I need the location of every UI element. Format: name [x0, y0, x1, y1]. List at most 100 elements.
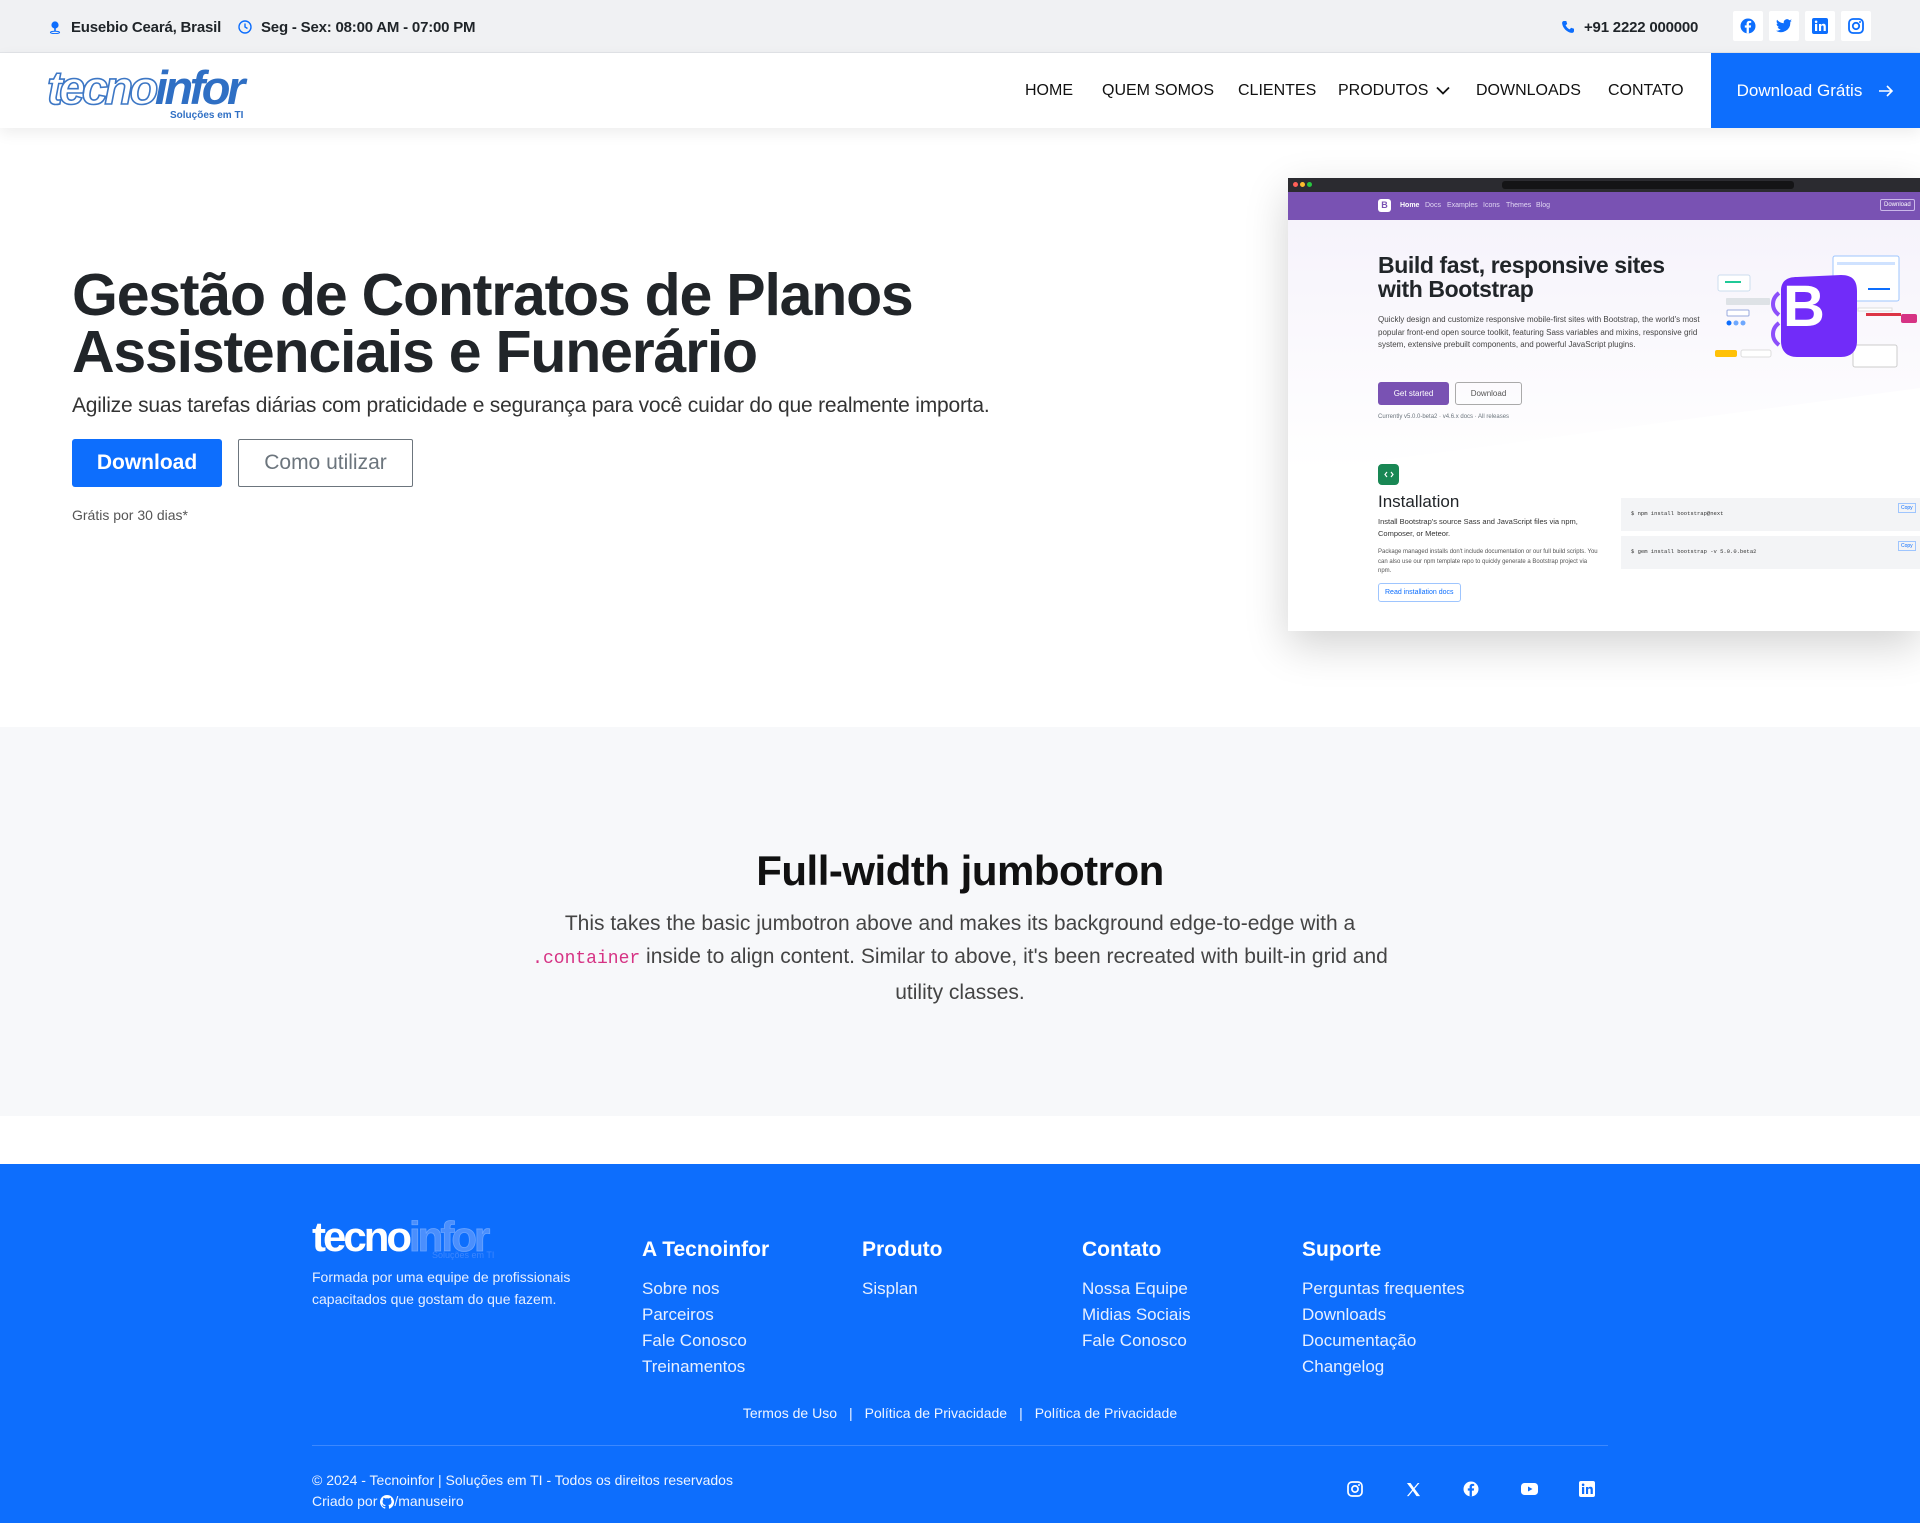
credit-line: Criado por /manuseiro — [312, 1491, 733, 1512]
footer-col-suporte: Suporte Perguntas frequentes Downloads D… — [1302, 1238, 1465, 1380]
credit-handle[interactable]: /manuseiro — [394, 1491, 463, 1512]
linkedin-icon — [1579, 1481, 1595, 1497]
footer-col-tecnoinfor: A Tecnoinfor Sobre nos Parceiros Fale Co… — [642, 1238, 769, 1380]
nav-clientes[interactable]: CLIENTES — [1238, 53, 1316, 128]
shot-headline: Build fast, responsive sites with Bootst… — [1378, 252, 1665, 302]
footer-x-link[interactable] — [1403, 1479, 1423, 1499]
como-utilizar-button[interactable]: Como utilizar — [238, 439, 413, 487]
footer-youtube-link[interactable] — [1519, 1479, 1539, 1499]
phone-info[interactable]: +91 2222 000000 — [1561, 17, 1698, 37]
shot-nav-home: Home — [1400, 202, 1420, 209]
hours-info: Seg - Sex: 08:00 AM - 07:00 PM — [238, 17, 476, 37]
footer-link-sisplan[interactable]: Sisplan — [862, 1276, 942, 1302]
legal-separator: | — [1019, 1405, 1023, 1421]
topbar-twitter-link[interactable] — [1769, 11, 1799, 41]
shot-cmd-2: $ gem install bootstrap -v 5.0.0.beta2 — [1631, 548, 1757, 555]
footer-facebook-link[interactable] — [1461, 1479, 1481, 1499]
youtube-icon — [1520, 1483, 1538, 1495]
hero-title: Gestão de Contratos de Planos Assistenci… — [72, 262, 914, 385]
browser-chrome — [1288, 178, 1920, 192]
github-icon — [380, 1494, 395, 1509]
footer-link-documentacao[interactable]: Documentação — [1302, 1328, 1465, 1354]
footer-col-title: Suporte — [1302, 1238, 1382, 1261]
linkedin-icon — [1812, 18, 1828, 34]
product-screenshot: B Home Docs Examples Icons Themes Blog D… — [1288, 178, 1920, 631]
shot-install-title: Installation — [1378, 492, 1460, 511]
trial-note: Grátis por 30 dias* — [72, 507, 188, 523]
shot-cmd-1: $ npm install bootstrap@next — [1631, 510, 1724, 517]
privacidade-link[interactable]: Política de Privacidade — [865, 1405, 1007, 1421]
logo-tagline: Soluções em TI — [170, 110, 244, 121]
credit-prefix: Criado por — [312, 1493, 378, 1509]
nav-contato[interactable]: CONTATO — [1608, 53, 1684, 128]
bootstrap-navbar: B Home Docs Examples Icons Themes Blog D… — [1288, 192, 1920, 220]
shot-code-block-2: $ gem install bootstrap -v 5.0.0.beta2 C… — [1621, 536, 1920, 569]
code-icon — [1378, 464, 1399, 485]
instagram-icon — [1347, 1481, 1363, 1497]
footer-col-contato: Contato Nossa Equipe Midias Sociais Fale… — [1082, 1238, 1191, 1354]
logo-wordmark: tecnoinfor — [46, 61, 245, 114]
x-icon — [1406, 1482, 1421, 1497]
footer-divider — [312, 1445, 1608, 1446]
topbar-instagram-link[interactable] — [1841, 11, 1871, 41]
footer-link-fale-conosco-2[interactable]: Fale Conosco — [1082, 1328, 1191, 1354]
hero-lead: Agilize suas tarefas diárias com pratici… — [72, 394, 990, 417]
phone-icon — [1561, 20, 1575, 34]
map-pin-icon — [48, 20, 62, 34]
topbar-facebook-link[interactable] — [1733, 11, 1763, 41]
shot-code-block-1: $ npm install bootstrap@next Copy — [1621, 498, 1920, 531]
footer-link-nossa-equipe[interactable]: Nossa Equipe — [1082, 1276, 1191, 1302]
shot-read-docs: Read installation docs — [1378, 583, 1461, 602]
location-info: Eusebio Ceará, Brasil — [48, 17, 221, 37]
footer-link-midias-sociais[interactable]: Midias Sociais — [1082, 1302, 1191, 1328]
hours-text: Seg - Sex: 08:00 AM - 07:00 PM — [261, 18, 476, 36]
shot-install-note: Package managed installs don't include d… — [1378, 549, 1598, 574]
shot-nav-icons: Icons — [1483, 202, 1500, 209]
footer-linkedin-link[interactable] — [1577, 1479, 1597, 1499]
nav-downloads[interactable]: DOWNLOADS — [1476, 53, 1581, 128]
twitter-icon — [1776, 19, 1792, 33]
nav-home[interactable]: HOME — [1025, 53, 1073, 128]
facebook-icon — [1463, 1481, 1479, 1497]
footer-copyright: © 2024 - Tecnoinfor | Soluções em TI - T… — [312, 1470, 733, 1512]
footer-instagram-link[interactable] — [1345, 1479, 1365, 1499]
termos-de-uso-link[interactable]: Termos de Uso — [743, 1405, 837, 1421]
legal-separator: | — [849, 1405, 853, 1421]
logo[interactable]: tecnoinfor Soluções em TI — [46, 61, 247, 121]
footer-link-treinamentos[interactable]: Treinamentos — [642, 1354, 769, 1380]
footer-link-changelog[interactable]: Changelog — [1302, 1354, 1465, 1380]
shot-install-text: Install Bootstrap's source Sass and Java… — [1378, 517, 1578, 538]
footer-description: Formada por uma equipe de profissionais … — [312, 1269, 571, 1307]
jumbotron-text-before: This takes the basic jumbotron above and… — [564, 912, 1356, 935]
footer-link-perguntas[interactable]: Perguntas frequentes — [1302, 1276, 1465, 1302]
jumbotron-text-after: inside to align content. Similar to abov… — [646, 945, 1388, 1004]
chevron-down-icon — [1436, 86, 1451, 95]
bootstrap-logo-icon: B — [1378, 199, 1391, 212]
nav-quem-somos[interactable]: QUEM SOMOS — [1102, 53, 1214, 128]
shot-version: Currently v5.0.0-beta2 · v4.6.x docs · A… — [1378, 414, 1510, 420]
hero-download-button[interactable]: Download — [72, 439, 222, 487]
privacidade-link-2[interactable]: Política de Privacidade — [1035, 1405, 1177, 1421]
shot-download: Download — [1455, 382, 1522, 405]
copyright-text: © 2024 - Tecnoinfor | Soluções em TI - T… — [312, 1472, 733, 1488]
shot-body: Quickly design and customize responsive … — [1378, 315, 1700, 349]
nav-produtos[interactable]: PRODUTOS — [1338, 53, 1451, 128]
arrow-right-icon — [1878, 84, 1894, 97]
shot-nav-blog: Blog — [1536, 202, 1551, 209]
footer-col-produto: Produto Sisplan — [862, 1238, 942, 1302]
footer-col-title: Contato — [1082, 1238, 1162, 1261]
footer: tecnoinfor Soluções em TI Formada por um… — [0, 1164, 1920, 1523]
topbar-linkedin-link[interactable] — [1805, 11, 1835, 41]
footer-link-downloads[interactable]: Downloads — [1302, 1302, 1465, 1328]
instagram-icon — [1848, 18, 1864, 34]
facebook-icon — [1740, 18, 1756, 34]
shot-nav-docs: Docs — [1425, 202, 1441, 209]
download-gratis-button[interactable]: Download Grátis — [1711, 53, 1920, 128]
clock-icon — [238, 20, 252, 34]
download-gratis-label: Download Grátis — [1736, 80, 1863, 100]
jumbotron-text: This takes the basic jumbotron above and… — [520, 907, 1400, 1009]
footer-link-fale-conosco[interactable]: Fale Conosco — [642, 1328, 769, 1354]
shot-get-started: Get started — [1378, 382, 1449, 405]
footer-link-sobre-nos[interactable]: Sobre nos — [642, 1276, 769, 1302]
footer-link-parceiros[interactable]: Parceiros — [642, 1302, 769, 1328]
